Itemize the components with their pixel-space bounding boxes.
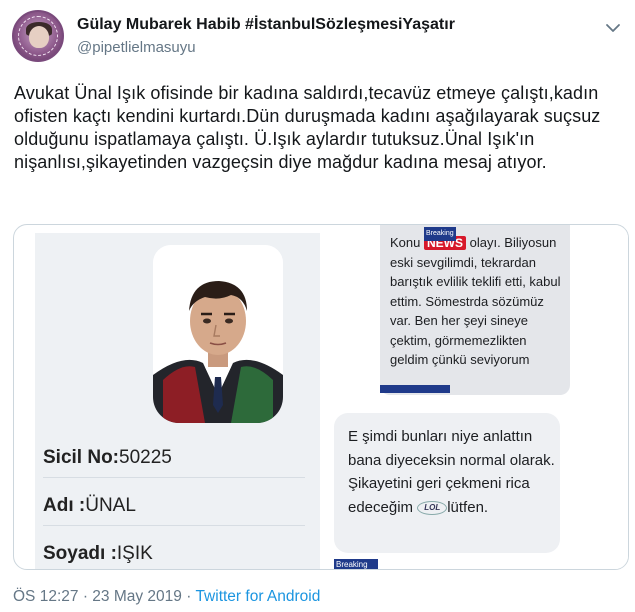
tweet-media[interactable]: Sicil No:50225 Adı :ÜNAL Soyadı :IŞIK Ko… (13, 224, 629, 570)
soyad-value: IŞIK (116, 543, 153, 564)
chat-message-2-text: E şimdi bunları niye anlattın bana diyec… (348, 425, 558, 519)
breaking-strip (380, 385, 450, 393)
tweet-meta: ÖS 12:27 · 23 May 2019 · Twitter for And… (13, 588, 320, 606)
tweet-source-link[interactable]: Twitter for Android (195, 588, 320, 605)
divider (43, 477, 305, 478)
soyad-field: Soyadı :IŞIK (43, 543, 313, 569)
sicil-no-field: Sicil No:50225 (43, 447, 313, 485)
msg2-after: lütfen. (447, 498, 489, 516)
ad-field: Adı :ÜNAL (43, 495, 313, 533)
chevron-down-icon[interactable] (603, 18, 623, 38)
msg1-body: olayı. Biliyosun eski sevgilimdi, tekrar… (390, 235, 561, 367)
lawyer-photo (153, 245, 283, 423)
tweet-date[interactable]: 23 May 2019 (92, 588, 182, 605)
news-badge: NEWS (424, 227, 466, 250)
msg1-prefix: Konu (390, 235, 421, 250)
meta-separator: · (186, 588, 192, 605)
tweet-time[interactable]: ÖS 12:27 (13, 588, 79, 605)
chat-message-1: Konu NEWS olayı. Biliyosun eski sevgilim… (380, 225, 570, 395)
user-handle[interactable]: @pipetlielmasuyu (77, 39, 196, 56)
sicil-no-value: 50225 (119, 447, 172, 468)
meta-separator: · (82, 588, 88, 605)
lawyer-id-card: Sicil No:50225 Adı :ÜNAL Soyadı :IŞIK (35, 233, 320, 569)
display-name[interactable]: Gülay Mubarek Habib #İstanbulSözleşmesiY… (77, 16, 455, 34)
chat-screenshot: Konu NEWS olayı. Biliyosun eski sevgilim… (320, 225, 628, 569)
tweet-text: Avukat Ünal Işık ofisinde bir kadına sal… (14, 83, 601, 172)
soyad-label: Soyadı : (43, 543, 117, 564)
chat-message-2: E şimdi bunları niye anlattın bana diyec… (334, 413, 560, 553)
ad-value: ÜNAL (85, 495, 136, 516)
lol-sticker-icon: LOL (417, 500, 448, 515)
avatar[interactable] (12, 10, 64, 62)
tweet-header: Gülay Mubarek Habib #İstanbulSözleşmesiY… (12, 10, 623, 64)
divider (43, 525, 305, 526)
avatar-face (29, 26, 49, 48)
ad-label: Adı : (43, 495, 86, 516)
breaking-label: Breaking (334, 559, 378, 569)
chat-message-1-text: Konu NEWS olayı. Biliyosun eski sevgilim… (390, 227, 568, 370)
sicil-no-label: Sicil No: (43, 447, 120, 468)
